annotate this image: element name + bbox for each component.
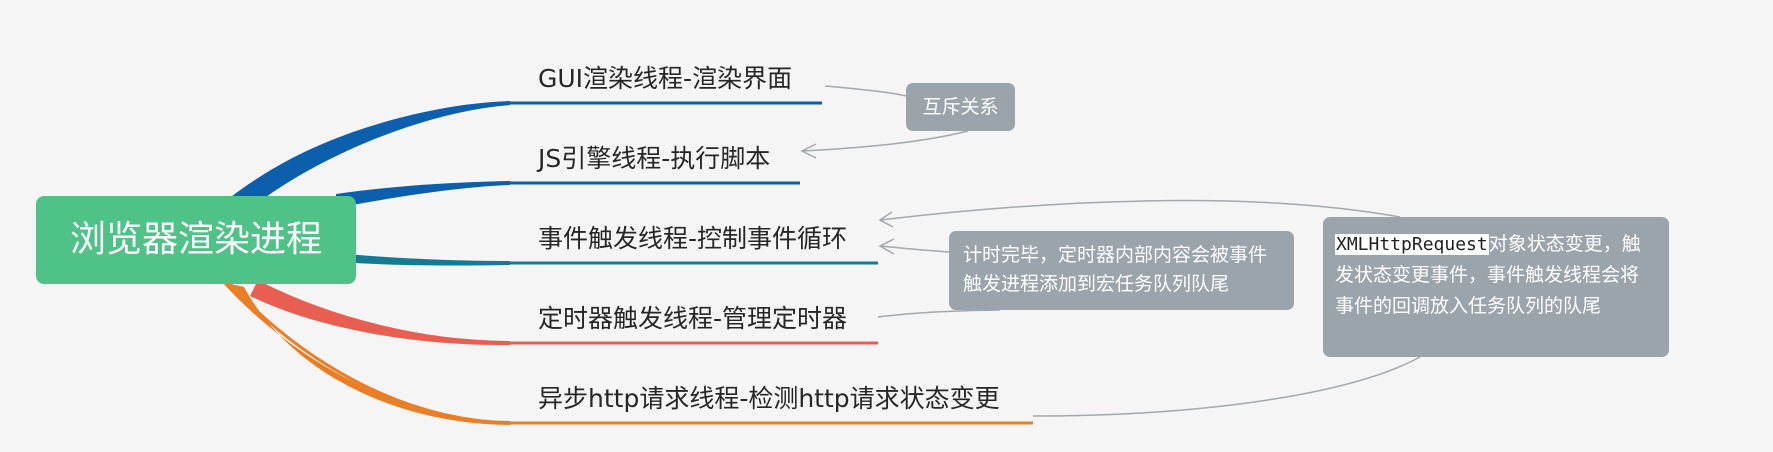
xhr-note-code: XMLHttpRequest — [1335, 234, 1489, 255]
mutex-connector-bottom — [801, 130, 969, 152]
branch-label-gui[interactable]: GUI渲染线程-渲染界面 — [538, 64, 792, 94]
xhr-connector-top — [879, 199, 1401, 221]
mutex-connector-top — [824, 85, 907, 97]
xhr-connector-bottom — [1032, 356, 1421, 417]
branch-label-js[interactable]: JS引擎线程-执行脚本 — [538, 144, 770, 174]
root-node[interactable]: 浏览器渲染进程 — [36, 196, 356, 284]
xhr-note[interactable]: XMLHttpRequest对象状态变更，触发状态变更事件，事件触发线程会将事件… — [1323, 217, 1669, 357]
branch-wedge-timer — [250, 280, 510, 346]
branch-label-http[interactable]: 异步http请求线程-检测http请求状态变更 — [538, 384, 1000, 414]
timer-note-text: 计时完毕，定时器内部内容会被事件触发进程添加到宏任务队列队尾 — [963, 244, 1268, 295]
timer-connector — [877, 309, 1001, 318]
mind-map-canvas: 浏览器渲染进程 GUI渲染线程-渲染界面 JS引擎线程-执行脚本 事件触发线程-… — [0, 0, 1773, 452]
branch-wedge-http — [222, 282, 510, 425]
branch-label-timer[interactable]: 定时器触发线程-管理定时器 — [538, 304, 847, 334]
branch-wedge-js — [336, 181, 510, 208]
branch-wedge-event — [336, 253, 510, 266]
branch-label-event[interactable]: 事件触发线程-控制事件循环 — [538, 224, 847, 254]
timer-note[interactable]: 计时完毕，定时器内部内容会被事件触发进程添加到宏任务队列队尾 — [949, 231, 1294, 310]
mutex-note[interactable]: 互斥关系 — [906, 83, 1015, 131]
